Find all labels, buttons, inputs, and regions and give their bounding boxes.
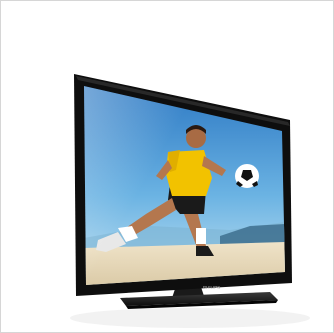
tv-screen bbox=[84, 86, 285, 285]
brand-logo: PHILIPS bbox=[203, 285, 220, 290]
tv-product-photo: PHILIPS bbox=[70, 74, 310, 328]
floor-shadow bbox=[70, 308, 310, 328]
soccer-ball bbox=[235, 164, 259, 188]
